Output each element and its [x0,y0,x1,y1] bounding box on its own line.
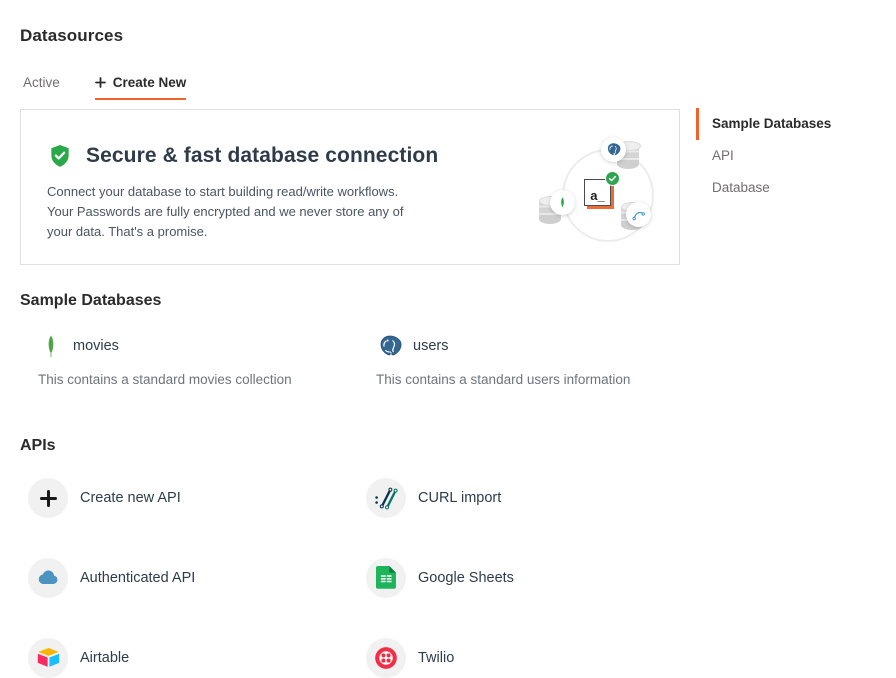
nav-item-database[interactable]: Database [696,172,894,204]
mongodb-mini-icon [550,190,575,215]
main-content: Datasources Active Create New Secure & f… [20,0,680,678]
google-sheets-icon [366,558,406,598]
plus-icon [28,478,68,518]
api-item-curl-import[interactable]: CURL import [366,478,680,518]
sample-db-users-description: This contains a standard users informati… [358,372,680,387]
sample-db-users-header: users [358,334,680,358]
sample-db-movies[interactable]: movies This contains a standard movies c… [20,334,358,387]
nav-item-api-label: API [712,148,734,163]
twilio-icon [366,638,406,678]
api-item-airtable-label: Airtable [80,650,129,666]
postgresql-mini-icon [601,137,626,162]
nav-item-database-label: Database [712,180,770,195]
secure-connection-banner: Secure & fast database connection Connec… [20,109,680,265]
api-item-google-sheets[interactable]: Google Sheets [366,558,680,598]
page-title: Datasources [20,0,680,46]
curl-icon [366,478,406,518]
api-item-curl-import-label: CURL import [418,490,501,506]
tab-bar: Active Create New [20,75,680,100]
section-nav: Sample Databases API Database [696,108,894,204]
banner-header: Secure & fast database connection [47,143,438,169]
sample-databases-heading: Sample Databases [20,292,680,310]
tab-active[interactable]: Active [23,75,60,100]
api-item-authenticated-api-label: Authenticated API [80,570,195,586]
shield-check-icon [47,143,73,169]
postgresql-icon [378,334,402,358]
api-item-create-new[interactable]: Create new API [28,478,358,518]
nav-item-sample-databases[interactable]: Sample Databases [696,108,894,140]
cloud-icon [28,558,68,598]
api-item-twilio-label: Twilio [418,650,454,666]
appsmith-logo-text: a_ [590,187,604,205]
sample-databases-grid: movies This contains a standard movies c… [20,334,680,387]
sample-db-movies-header: movies [20,334,358,358]
tab-create-new[interactable]: Create New [95,75,187,100]
api-item-twilio[interactable]: Twilio [366,638,680,678]
api-item-google-sheets-label: Google Sheets [418,570,514,586]
tab-active-label: Active [23,75,60,90]
check-badge-icon [605,171,620,186]
banner-description: Connect your database to start building … [47,182,419,242]
api-item-authenticated-api[interactable]: Authenticated API [28,558,358,598]
mongodb-icon [40,334,62,358]
api-item-create-new-label: Create new API [80,490,181,506]
airtable-icon [28,638,68,678]
nav-item-sample-databases-label: Sample Databases [712,116,831,131]
plus-icon [95,77,106,88]
apis-grid: Create new API CURL import [20,478,680,678]
sample-db-users-name: users [413,338,448,354]
nav-item-api[interactable]: API [696,140,894,172]
tab-create-new-label: Create New [113,75,187,90]
api-item-airtable[interactable]: Airtable [28,638,358,678]
apis-heading: APIs [20,437,680,455]
sample-db-movies-name: movies [73,338,119,354]
sample-db-movies-description: This contains a standard movies collecti… [20,372,358,387]
banner-title: Secure & fast database connection [86,144,438,168]
sample-db-users[interactable]: users This contains a standard users inf… [358,334,680,387]
curl-mini-icon [626,202,651,227]
